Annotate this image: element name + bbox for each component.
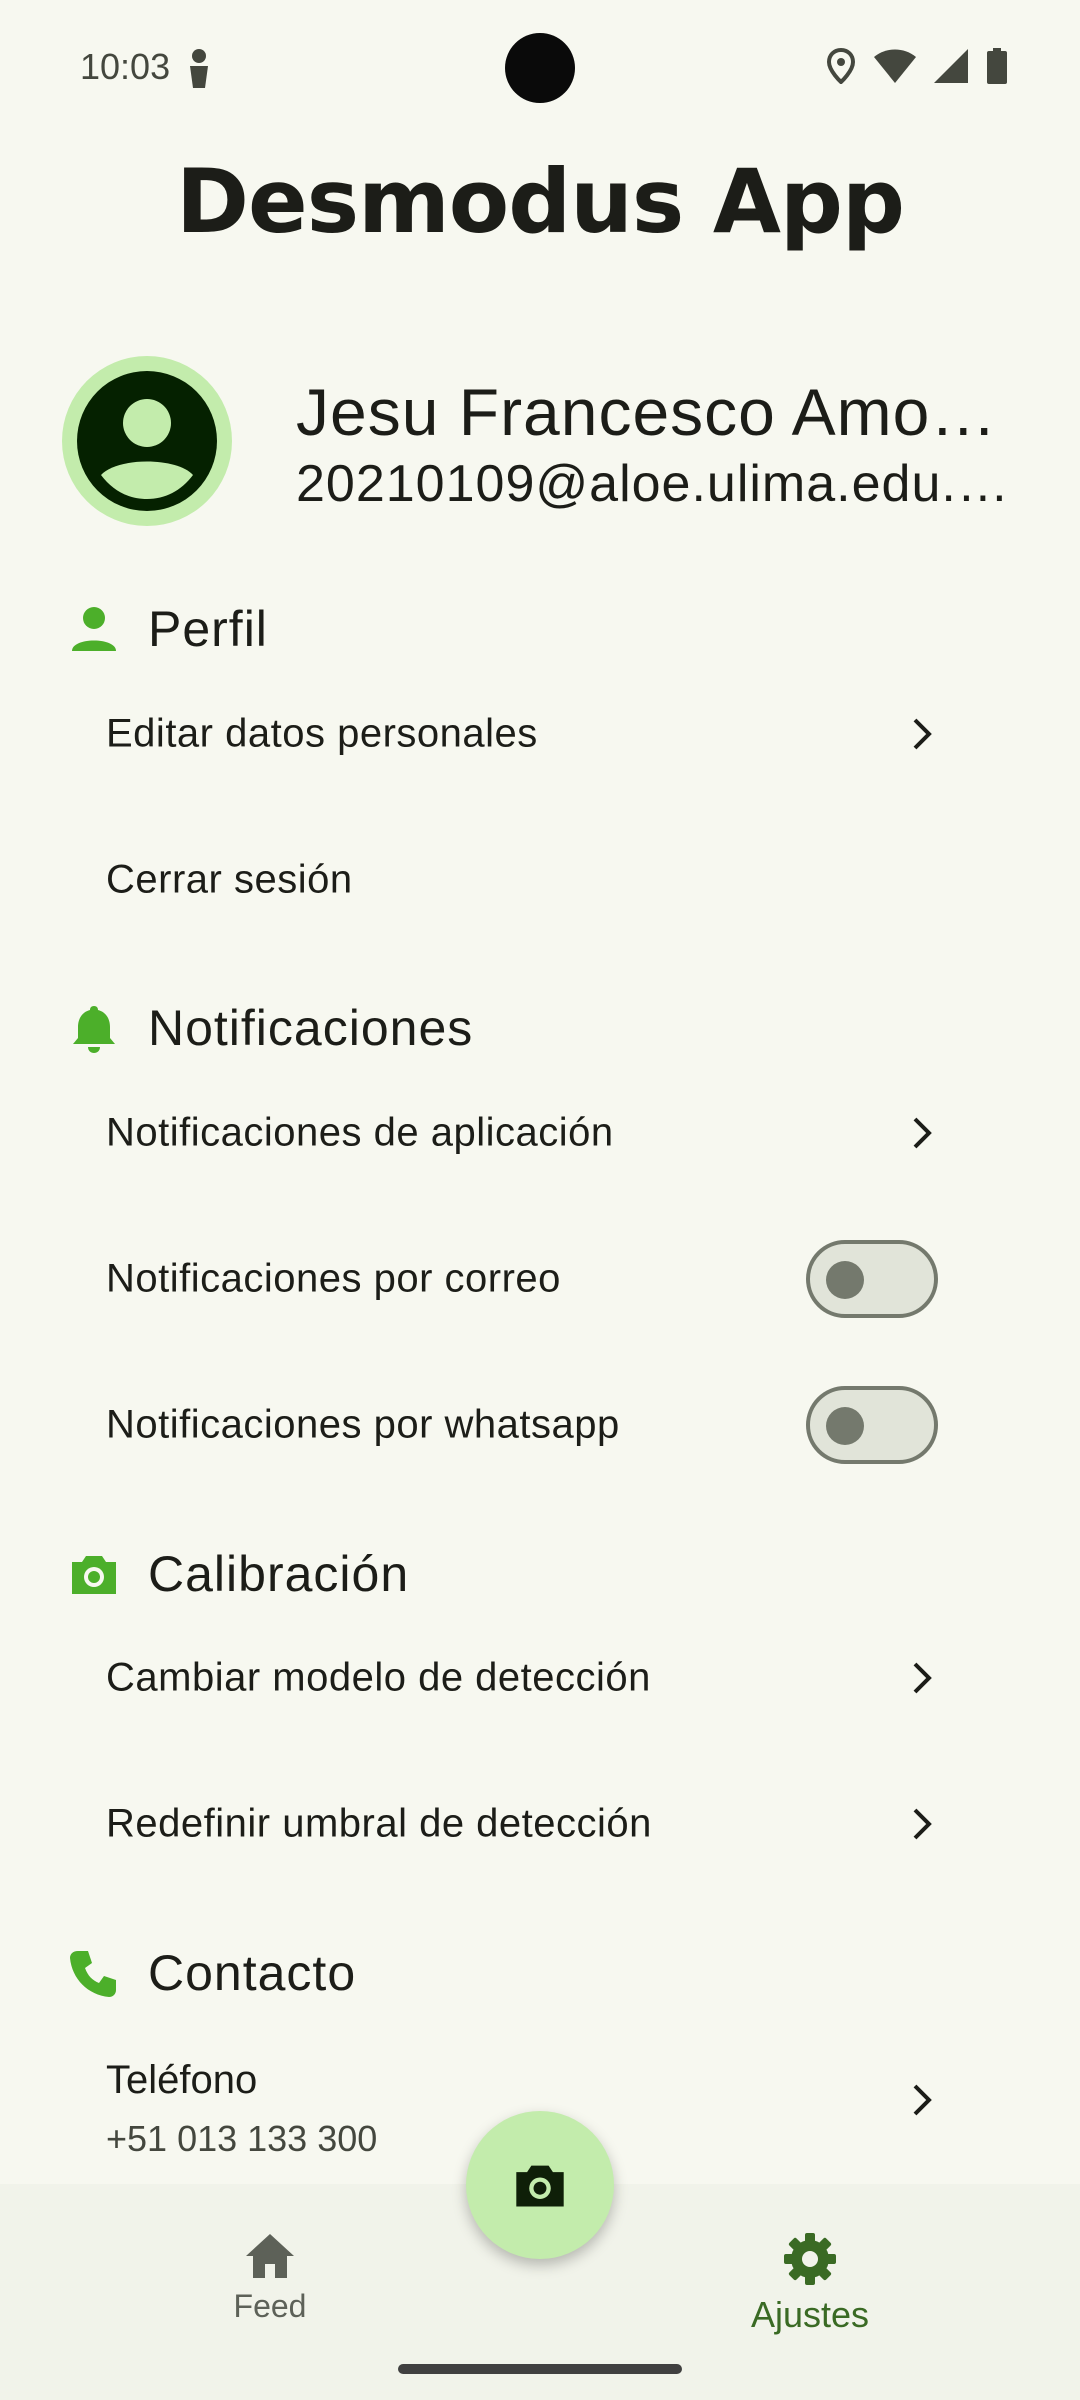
status-icons — [826, 48, 1008, 84]
section-contacto-title: Contacto — [148, 1945, 357, 2001]
section-calibracion-title: Calibración — [148, 1546, 410, 1602]
nav-ajustes[interactable]: Ajustes — [680, 2204, 940, 2335]
chevron-right-icon — [913, 1808, 932, 1840]
battery-icon — [987, 48, 1007, 84]
row-label: Notificaciones por whatsapp — [106, 1402, 620, 1447]
location-icon — [826, 48, 856, 84]
chevron-right-icon — [913, 2084, 932, 2116]
home-icon — [246, 2234, 294, 2278]
row-label: Redefinir umbral de detección — [106, 1801, 652, 1846]
section-notificaciones-header: Notificaciones — [68, 999, 473, 1057]
chevron-right-icon — [913, 718, 932, 750]
toggle-knob — [826, 1261, 864, 1299]
section-contacto-header: Contacto — [68, 1944, 356, 2002]
camera-icon — [72, 1556, 116, 1594]
toggle-correo[interactable] — [806, 1240, 938, 1318]
account-circle-icon — [77, 371, 217, 511]
bell-icon — [73, 1006, 115, 1053]
row-label: Cerrar sesión — [106, 857, 353, 902]
phone-value: +51 013 133 300 — [106, 2118, 378, 2159]
section-perfil-title: Perfil — [148, 601, 268, 657]
row-label: Notificaciones por correo — [106, 1256, 561, 1301]
row-cambiar-modelo[interactable]: Cambiar modelo de detección — [0, 1605, 1080, 1751]
nav-feed-label: Feed — [233, 2288, 307, 2324]
row-notificaciones-correo: Notificaciones por correo — [0, 1206, 1080, 1352]
wifi-icon — [874, 49, 916, 83]
person-status-icon — [190, 49, 208, 88]
home-indicator[interactable] — [398, 2364, 682, 2374]
row-notificaciones-whatsapp: Notificaciones por whatsapp — [0, 1352, 1080, 1498]
profile-email: 20210109@aloe.ulima.edu.… — [296, 455, 1010, 513]
profile-header: Jesu Francesco Amo… 20210109@aloe.ulima.… — [62, 356, 1022, 526]
phone-icon — [70, 1951, 116, 1997]
avatar — [62, 356, 232, 526]
profile-name: Jesu Francesco Amo… — [296, 375, 998, 449]
chevron-right-icon — [913, 1662, 932, 1694]
row-cerrar-sesion[interactable]: Cerrar sesión — [0, 807, 1080, 953]
row-label: Cambiar modelo de detección — [106, 1655, 651, 1700]
nav-ajustes-label: Ajustes — [750, 2294, 870, 2335]
phone-label: Teléfono — [106, 2058, 258, 2102]
gear-icon — [784, 2233, 836, 2285]
row-label: Editar datos personales — [106, 711, 538, 756]
camera-cutout — [505, 33, 575, 103]
camera-fab-button[interactable] — [466, 2111, 614, 2259]
row-label: Notificaciones de aplicación — [106, 1110, 614, 1155]
app-title: Desmodus App — [175, 150, 905, 253]
toggle-whatsapp[interactable] — [806, 1386, 938, 1464]
camera-icon — [516, 2165, 564, 2207]
nav-feed[interactable]: Feed — [140, 2204, 400, 2334]
person-icon — [72, 607, 116, 651]
section-calibracion-header: Calibración — [68, 1545, 409, 1603]
chevron-right-icon — [913, 1117, 932, 1149]
toggle-knob — [826, 1407, 864, 1445]
row-redefinir-umbral[interactable]: Redefinir umbral de detección — [0, 1751, 1080, 1897]
status-bar: 10:03 — [0, 0, 1080, 134]
status-time: 10:03 — [80, 46, 171, 87]
section-notificaciones-title: Notificaciones — [148, 1000, 474, 1056]
row-notificaciones-aplicacion[interactable]: Notificaciones de aplicación — [0, 1060, 1080, 1206]
row-editar-datos[interactable]: Editar datos personales — [0, 661, 1080, 807]
section-perfil-header: Perfil — [68, 600, 268, 658]
signal-icon — [934, 49, 968, 83]
